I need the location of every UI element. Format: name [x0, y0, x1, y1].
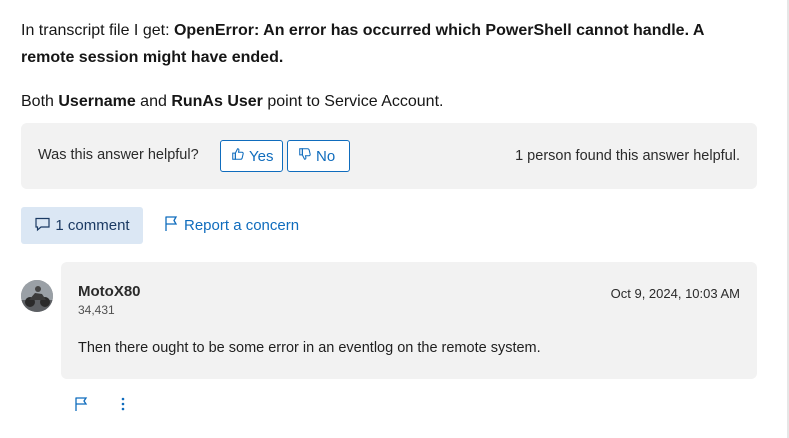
more-vertical-icon[interactable]	[116, 396, 130, 417]
comment-icon	[34, 216, 55, 236]
helpful-count-text: 1 person found this answer helpful.	[515, 148, 740, 164]
report-concern-label: Report a concern	[184, 217, 300, 234]
answer-p2-username: Username	[58, 93, 136, 110]
avatar[interactable]	[21, 280, 53, 312]
thumbs-down-icon	[298, 147, 316, 165]
answer-p2-mid: and	[135, 93, 172, 110]
comment-author-reputation: 34,431	[78, 303, 115, 317]
yes-button[interactable]: Yes	[220, 140, 283, 172]
comment-date: Oct 9, 2024, 10:03 AM	[610, 286, 740, 301]
answer-paragraph-2: Both Username and RunAs User point to Se…	[21, 88, 443, 115]
helpful-feedback-bar: Was this answer helpful? Yes No 1 person…	[21, 123, 757, 189]
no-label: No	[316, 147, 336, 165]
comment-count-label: 1 comment	[55, 217, 130, 234]
flag-icon	[164, 215, 184, 236]
comment-card: MotoX80 34,431 Oct 9, 2024, 10:03 AM The…	[61, 262, 757, 379]
thumbs-up-icon	[231, 147, 249, 165]
answer-p2-runas: RunAs User	[171, 93, 263, 110]
comment-author[interactable]: MotoX80	[78, 283, 141, 300]
comment-body: Then there ought to be some error in an …	[78, 340, 541, 356]
comments-toggle-button[interactable]: 1 comment	[21, 207, 143, 244]
report-concern-link[interactable]: Report a concern	[164, 215, 299, 236]
comment-flag-icon[interactable]	[74, 396, 88, 417]
no-button[interactable]: No	[287, 140, 350, 172]
answer-p2-prefix: Both	[21, 93, 59, 110]
answer-paragraph-1: In transcript file I get: OpenError: An …	[21, 17, 741, 71]
yes-label: Yes	[249, 147, 274, 165]
helpful-question: Was this answer helpful?	[38, 147, 199, 163]
answer-p2-suffix: point to Service Account.	[262, 93, 444, 110]
answer-text-prefix: In transcript file I get:	[21, 22, 174, 39]
